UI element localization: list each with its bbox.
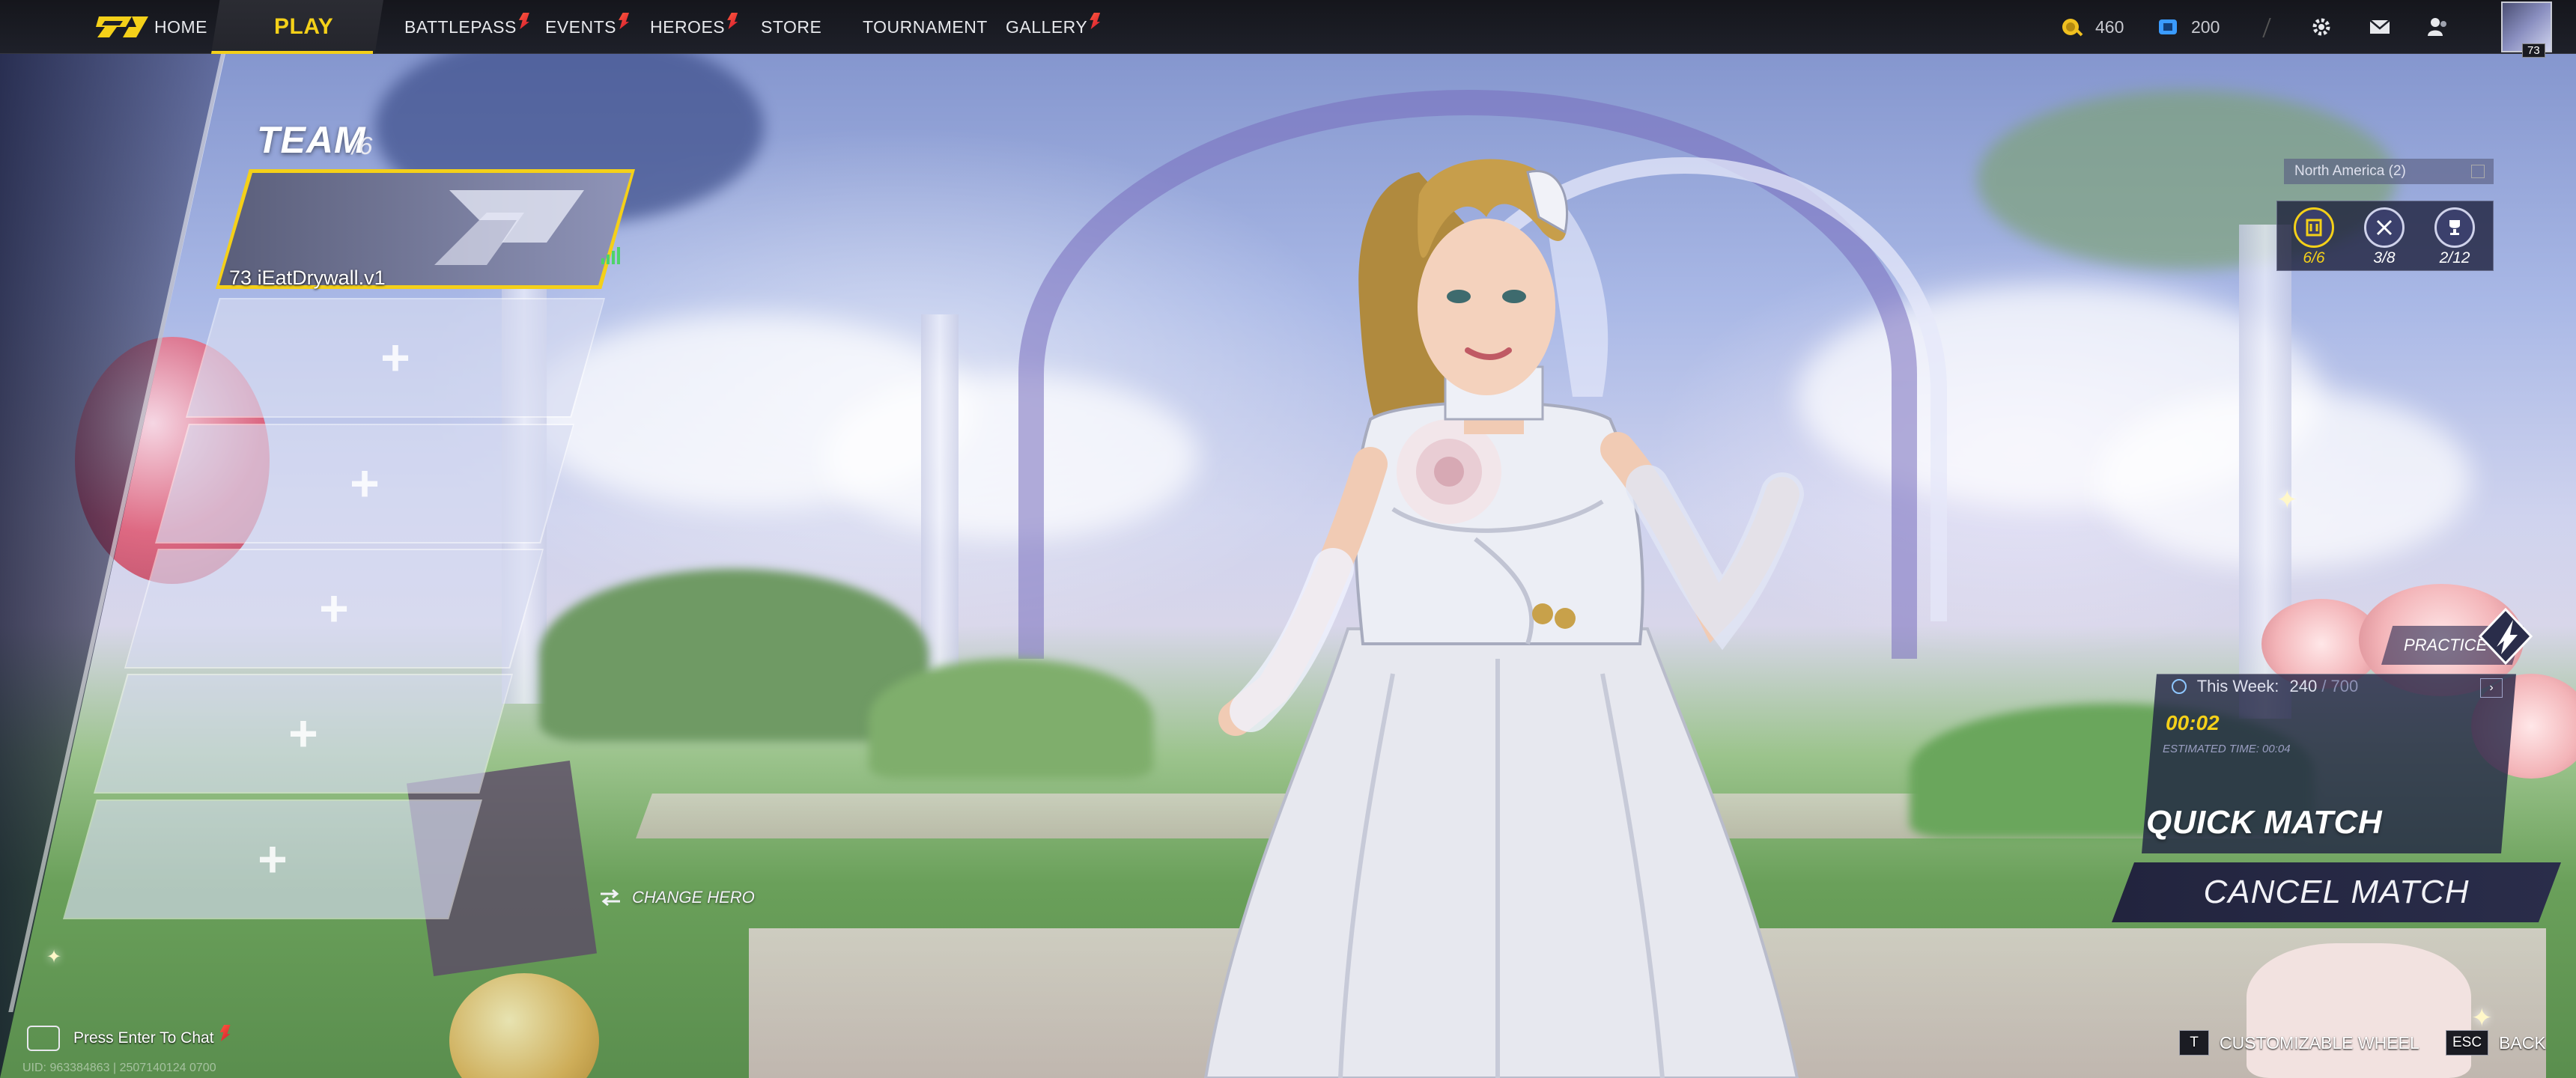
region-checkbox[interactable]: [2471, 165, 2485, 178]
team-slot-empty[interactable]: +: [94, 674, 513, 794]
tab-heroes[interactable]: HEROES: [650, 0, 738, 54]
sparkle-icon: ✦: [2471, 1004, 2493, 1032]
lattice-currency-icon: [2159, 19, 2177, 34]
mode-progress-combat: 3/8: [2358, 207, 2411, 267]
alert-flag-icon: [219, 1025, 231, 1041]
game-logo-icon[interactable]: [94, 12, 150, 42]
team-player-name: iEatDrywall.v1: [257, 267, 386, 289]
tab-gallery-label: GALLERY: [1006, 16, 1088, 37]
currency-gold[interactable]: 460: [2061, 0, 2124, 54]
trophy-icon: [2434, 207, 2475, 248]
customizable-wheel-hint[interactable]: T CUSTOMIZABLE WHEEL: [2179, 1030, 2419, 1056]
tab-events[interactable]: EVENTS: [545, 0, 630, 54]
player-banner-emblem-icon: [434, 190, 584, 265]
practice-label: PRACTICE: [2404, 636, 2488, 654]
practice-target-icon[interactable]: [2479, 608, 2533, 665]
mail-icon[interactable]: [2366, 13, 2393, 40]
top-navigation-bar: HOME PLAY BATTLEPASS EVENTS HEROES STORE…: [0, 0, 2576, 58]
tab-tournament-label: TOURNAMENT: [863, 16, 988, 37]
back-label: BACK: [2499, 1032, 2546, 1053]
alert-flag-icon: [727, 13, 738, 29]
team-slot-empty[interactable]: +: [124, 549, 544, 669]
tab-play-label: PLAY: [274, 14, 334, 39]
alert-flag-icon: [518, 13, 529, 29]
mode-progress-trophy: 2/12: [2428, 207, 2481, 267]
tab-play[interactable]: PLAY: [274, 0, 333, 54]
hero-character: [1203, 159, 1804, 1078]
quick-match-label: QUICK MATCH: [2146, 804, 2383, 841]
add-teammate-icon: +: [258, 831, 288, 888]
mode-progress-panel: 6/6 3/8 2/12: [2276, 201, 2494, 271]
cancel-match-button[interactable]: CANCEL MATCH: [2112, 862, 2561, 922]
tab-tournament[interactable]: TOURNAMENT: [863, 0, 988, 54]
currency-blue[interactable]: 200: [2157, 0, 2220, 54]
team-icon: [2294, 207, 2334, 248]
weekly-progress: This Week: 240 / 700: [2172, 677, 2358, 696]
chat-prompt-label: Press Enter To Chat: [73, 1029, 214, 1047]
team-player-level: 73: [229, 267, 252, 289]
change-hero-label: CHANGE HERO: [632, 888, 755, 907]
tab-battlepass-label: BATTLEPASS: [404, 16, 517, 37]
team-player-entry: 73 iEatDrywall.v1: [229, 267, 386, 290]
friends-icon[interactable]: [2425, 13, 2452, 40]
chat-prompt[interactable]: Press Enter To Chat: [27, 1025, 231, 1051]
customizable-wheel-label: CUSTOMIZABLE WHEEL: [2220, 1032, 2419, 1053]
team-slot-empty[interactable]: +: [155, 424, 574, 543]
weekly-progress-icon: [2172, 679, 2187, 694]
chat-bubble-icon: [27, 1026, 60, 1051]
team-slot-empty[interactable]: +: [63, 800, 482, 919]
tab-home[interactable]: HOME: [154, 0, 207, 54]
sparkle-icon: ✦: [2276, 486, 2298, 514]
estimated-time: ESTIMATED TIME: 00:04: [2163, 743, 2291, 755]
swap-arrows-icon: [601, 889, 620, 906]
alert-flag-icon: [1090, 13, 1101, 29]
settings-gear-icon[interactable]: [2308, 13, 2335, 40]
weekly-progress-label: This Week:: [2196, 677, 2279, 695]
mode-progress-team: 6/6: [2288, 207, 2340, 267]
tab-heroes-label: HEROES: [650, 16, 726, 37]
weekly-progress-chevron-right-icon[interactable]: ›: [2480, 678, 2503, 698]
add-teammate-icon: +: [319, 580, 349, 637]
crossed-swords-icon: [2364, 207, 2405, 248]
tab-battlepass[interactable]: BATTLEPASS: [404, 0, 529, 54]
uid-footer-text: UID: 963384863 | 2507140124 0700: [22, 1062, 216, 1074]
key-esc: ESC: [2446, 1030, 2489, 1056]
sparkle-icon: ✦: [46, 947, 62, 967]
add-teammate-icon: +: [288, 705, 318, 762]
team-title: TEAM: [257, 119, 366, 161]
team-size: /6: [352, 132, 373, 159]
mode-progress-trophy-value: 2/12: [2439, 249, 2470, 267]
server-region-label: North America (2): [2294, 163, 2406, 179]
tab-events-label: EVENTS: [545, 16, 617, 37]
currency-gold-amount: 460: [2095, 16, 2124, 37]
gold-coin-icon: [2062, 19, 2083, 37]
tab-home-label: HOME: [154, 16, 207, 37]
tab-gallery[interactable]: GALLERY: [1006, 0, 1101, 54]
add-teammate-icon: +: [350, 455, 380, 512]
add-teammate-icon: +: [380, 329, 410, 386]
alert-flag-icon: [619, 13, 630, 29]
weekly-progress-max: / 700: [2321, 677, 2359, 695]
weekly-progress-value: 240: [2289, 677, 2318, 695]
back-hint[interactable]: ESC BACK: [2446, 1030, 2546, 1056]
queue-timer: 00:02: [2166, 711, 2220, 734]
server-region-selector[interactable]: North America (2): [2284, 159, 2494, 184]
mode-progress-combat-value: 3/8: [2373, 249, 2396, 267]
tab-store[interactable]: STORE: [761, 0, 821, 54]
topbar-divider: [2262, 18, 2271, 37]
team-slot-empty[interactable]: +: [186, 298, 605, 418]
cancel-match-label: CANCEL MATCH: [2203, 874, 2470, 910]
player-level-badge: 73: [2522, 43, 2545, 58]
connection-signal-icon: [601, 247, 620, 264]
currency-blue-amount: 200: [2191, 16, 2220, 37]
tab-store-label: STORE: [761, 16, 822, 37]
key-t: T: [2179, 1030, 2209, 1056]
mode-progress-team-value: 6/6: [2303, 249, 2325, 267]
change-hero-button[interactable]: CHANGE HERO: [599, 888, 755, 907]
